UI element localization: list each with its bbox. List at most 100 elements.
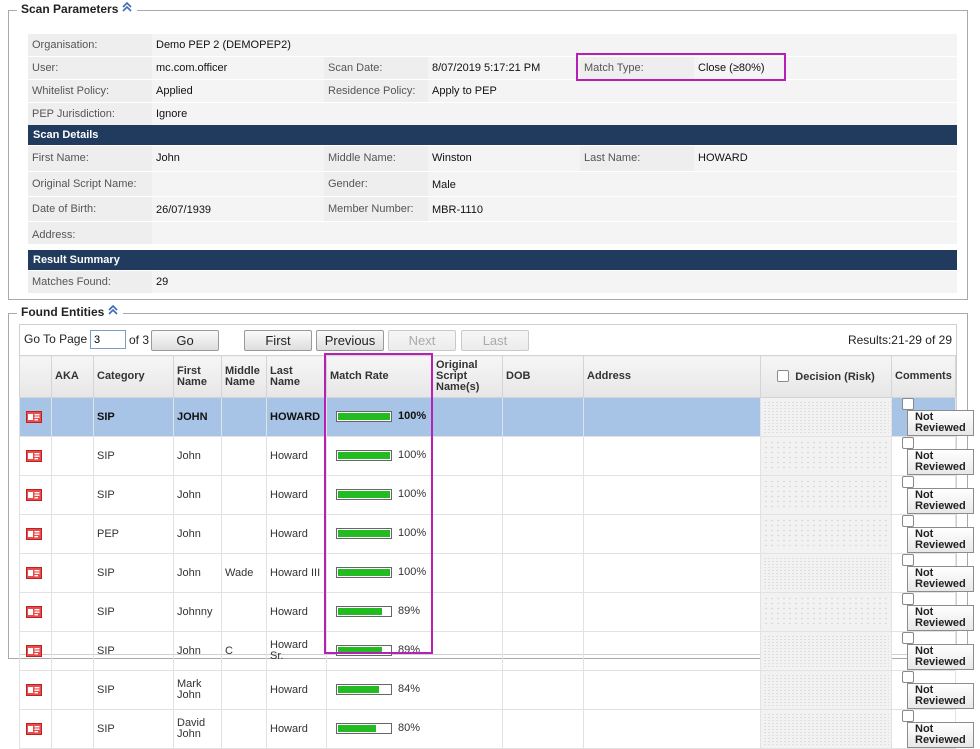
- match-rate-text: 100%: [398, 488, 427, 501]
- match-rate-fill: [338, 452, 390, 460]
- scan-parameters-legend[interactable]: Scan Parameters: [17, 1, 138, 16]
- table-row[interactable]: SIP Mark John Howard 84% Not Reviewed: [19, 670, 974, 710]
- entity-icon-cell[interactable]: [19, 475, 52, 515]
- match-rate-cell: 100%: [326, 475, 503, 515]
- decision-cell: Not Reviewed: [891, 475, 974, 515]
- decision-button[interactable]: Not Reviewed: [907, 644, 974, 670]
- entity-icon-cell[interactable]: [19, 670, 52, 710]
- select-all-checkbox[interactable]: [777, 369, 790, 382]
- collapse-icon[interactable]: [108, 304, 118, 316]
- last-name-cell: Howard: [266, 670, 327, 710]
- decision-button[interactable]: Not Reviewed: [907, 488, 974, 514]
- decision-button[interactable]: Not Reviewed: [907, 605, 974, 631]
- profile-card-icon[interactable]: [26, 489, 42, 501]
- middle-name-cell: [221, 475, 267, 515]
- entity-icon-cell[interactable]: [19, 553, 52, 593]
- middle-name-cell: C: [221, 631, 267, 671]
- summary-row-matches: Matches Found: 29: [28, 271, 957, 293]
- col-dob-header[interactable]: DOB: [502, 355, 584, 398]
- profile-card-icon[interactable]: [26, 606, 42, 618]
- table-row[interactable]: SIP John Howard 100% Not Reviewed: [19, 475, 974, 515]
- col-category-header[interactable]: Category: [93, 355, 174, 398]
- address-cell: [760, 631, 892, 671]
- next-page-button[interactable]: Next: [388, 330, 456, 351]
- go-button[interactable]: Go: [151, 330, 219, 351]
- dob-cell: [583, 553, 761, 593]
- profile-card-icon[interactable]: [26, 450, 42, 462]
- profile-card-icon[interactable]: [26, 645, 42, 657]
- col-match-rate-header[interactable]: Match Rate: [326, 355, 433, 398]
- collapse-icon[interactable]: [122, 1, 132, 13]
- match-rate-fill: [338, 725, 376, 733]
- entity-icon-cell[interactable]: [19, 514, 52, 554]
- page-number-input[interactable]: [90, 330, 126, 349]
- row-checkbox[interactable]: [902, 593, 914, 605]
- matches-found-label: Matches Found:: [28, 271, 152, 293]
- table-row[interactable]: SIP Johnny Howard 89% Not Reviewed: [19, 592, 974, 632]
- decision-button[interactable]: Not Reviewed: [907, 527, 974, 553]
- table-row[interactable]: SIP John Wade Howard III 100% Not Reviewed: [19, 553, 974, 593]
- row-checkbox[interactable]: [902, 515, 914, 527]
- aka-cell: [51, 553, 94, 593]
- redacted-address: [763, 713, 889, 745]
- table-row[interactable]: SIP John Howard 100% Not Reviewed: [19, 436, 974, 476]
- decision-button[interactable]: Not Reviewed: [907, 566, 974, 592]
- col-aka-header[interactable]: AKA: [51, 355, 94, 398]
- row-checkbox[interactable]: [902, 554, 914, 566]
- row-checkbox[interactable]: [902, 632, 914, 644]
- entity-icon-cell[interactable]: [19, 709, 52, 749]
- entity-icon-cell[interactable]: [19, 397, 52, 437]
- profile-card-icon[interactable]: [26, 684, 42, 696]
- match-rate-cell: 89%: [326, 631, 503, 671]
- col-original-script-header[interactable]: Original Script Name(s): [432, 355, 503, 398]
- match-rate-bar: [336, 645, 392, 657]
- decision-button[interactable]: Not Reviewed: [907, 722, 974, 748]
- address-cell: [760, 670, 892, 710]
- entity-icon-cell[interactable]: [19, 436, 52, 476]
- match-rate-bar: [336, 684, 392, 696]
- decision-button[interactable]: Not Reviewed: [907, 410, 974, 436]
- aka-cell: [51, 631, 94, 671]
- middle-name-cell: [221, 436, 267, 476]
- table-body: SIP JOHN HOWARD 100% Not Reviewed SIP John Howa…: [19, 397, 974, 749]
- col-decision-header[interactable]: Decision (Risk): [760, 355, 892, 398]
- row-checkbox[interactable]: [902, 710, 914, 722]
- table-row[interactable]: SIP John C Howard Sr. 89% Not Reviewed: [19, 631, 974, 671]
- profile-card-icon[interactable]: [26, 528, 42, 540]
- match-rate-bar: [336, 606, 392, 618]
- decision-button[interactable]: Not Reviewed: [907, 449, 974, 475]
- previous-page-button[interactable]: Previous: [316, 330, 384, 351]
- last-page-button[interactable]: Last: [461, 330, 529, 351]
- redacted-address: [763, 596, 889, 628]
- col-comments-header[interactable]: Comments: [891, 355, 956, 398]
- profile-card-icon[interactable]: [26, 567, 42, 579]
- param-value: Demo PEP 2 (DEMOPEP2): [152, 34, 957, 56]
- middle-name-cell: [221, 514, 267, 554]
- first-page-button[interactable]: First: [244, 330, 312, 351]
- entity-icon-cell[interactable]: [19, 631, 52, 671]
- row-checkbox[interactable]: [902, 437, 914, 449]
- table-row[interactable]: SIP David John Howard 80% Not Reviewed: [19, 709, 974, 749]
- table-row[interactable]: SIP JOHN HOWARD 100% Not Reviewed: [19, 397, 974, 437]
- entity-icon-cell[interactable]: [19, 592, 52, 632]
- row-checkbox[interactable]: [902, 671, 914, 683]
- aka-cell: [51, 670, 94, 710]
- go-to-page-label: Go To Page: [24, 332, 88, 346]
- row-checkbox[interactable]: [902, 398, 914, 410]
- col-first-name-header[interactable]: First Name: [173, 355, 222, 398]
- found-entities-legend[interactable]: Found Entities: [17, 304, 124, 319]
- param-row-user: User: mc.com.officer Scan Date: 8/07/201…: [28, 57, 957, 79]
- profile-card-icon[interactable]: [26, 411, 42, 423]
- match-rate-text: 100%: [398, 449, 427, 462]
- profile-card-icon[interactable]: [26, 723, 42, 735]
- col-middle-name-header[interactable]: Middle Name: [221, 355, 267, 398]
- redacted-address: [763, 557, 889, 589]
- table-row[interactable]: PEP John Howard 100% Not Reviewed: [19, 514, 974, 554]
- redacted-address: [763, 479, 889, 511]
- match-rate-cell: 100%: [326, 436, 503, 476]
- col-address-header[interactable]: Address: [583, 355, 761, 398]
- row-checkbox[interactable]: [902, 476, 914, 488]
- original-script-cell: [502, 709, 584, 749]
- decision-button[interactable]: Not Reviewed: [907, 683, 974, 709]
- col-last-name-header[interactable]: Last Name: [266, 355, 327, 398]
